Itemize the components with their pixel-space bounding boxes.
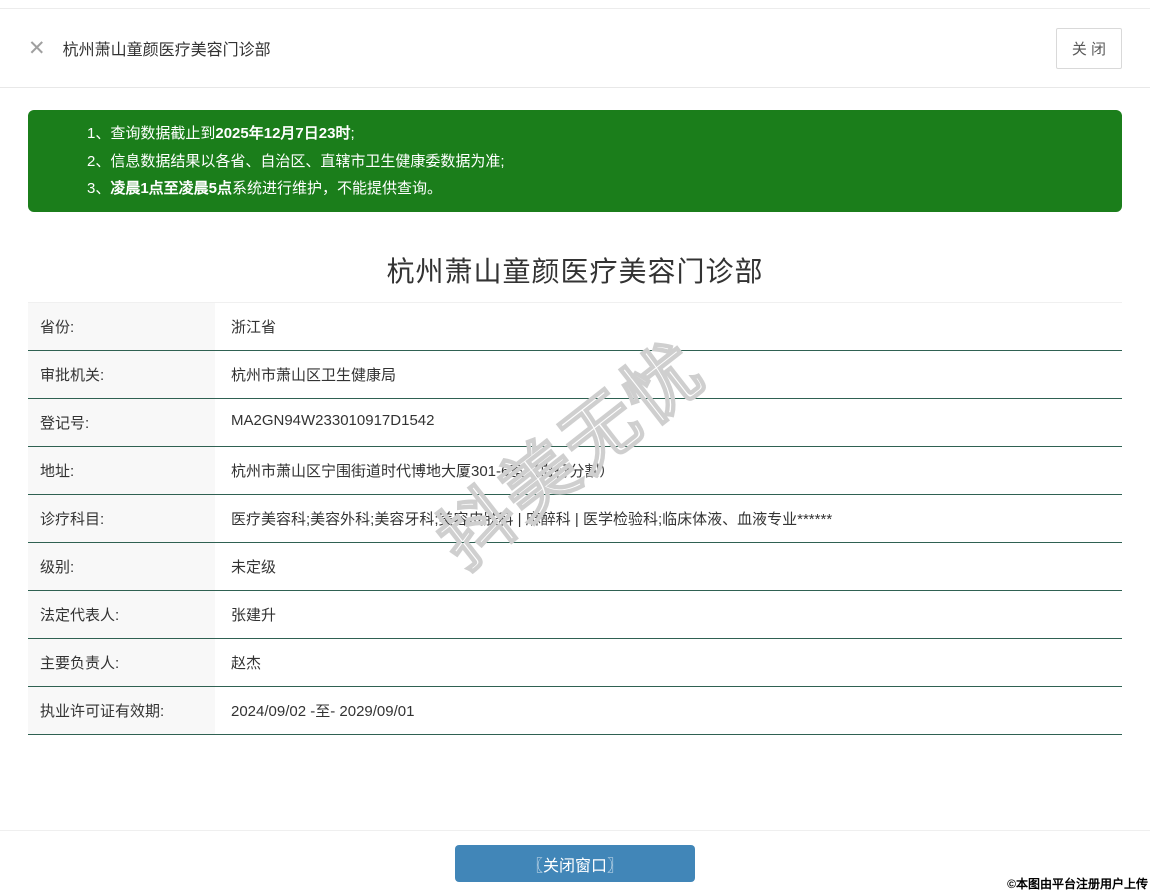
row-label: 省份: xyxy=(28,303,215,350)
row-value: 2024/09/02 -至- 2029/09/01 xyxy=(231,703,415,720)
notice-text: 查询数据截止到 xyxy=(110,125,216,142)
table-row: 审批机关: 杭州市萧山区卫生健康局 xyxy=(28,351,1122,399)
institution-info-table: 省份: 浙江省 审批机关: 杭州市萧山区卫生健康局 登记号: MA2GN94W2… xyxy=(28,302,1122,735)
row-value: 杭州市萧山区卫生健康局 xyxy=(231,367,397,384)
row-value: 浙江省 xyxy=(231,319,277,336)
notice-item: 2、信息数据结果以各省、自治区、直辖市卫生健康委数据为准; xyxy=(87,148,1102,176)
notice-number: 1、 xyxy=(87,125,111,142)
notice-item: 1、查询数据截止到2025年12月7日23时; xyxy=(87,120,1102,148)
table-row: 主要负责人: 赵杰 xyxy=(28,639,1122,687)
notice-banner: 1、查询数据截止到2025年12月7日23时; 2、信息数据结果以各省、自治区、… xyxy=(28,110,1122,212)
header-bar: ✕ 杭州萧山童颜医疗美容门诊部 关 闭 xyxy=(0,9,1150,88)
license-detail-page: ✕ 杭州萧山童颜医疗美容门诊部 关 闭 1、查询数据截止到2025年12月7日2… xyxy=(0,0,1150,895)
table-row: 登记号: MA2GN94W233010917D1542 xyxy=(28,399,1122,447)
table-row: 诊疗科目: 医疗美容科;美容外科;美容牙科;美容皮肤科 | 麻醉科 | 医学检验… xyxy=(28,495,1122,543)
row-label: 地址: xyxy=(28,447,215,494)
notice-text: ; xyxy=(350,125,355,142)
row-value: MA2GN94W233010917D1542 xyxy=(231,412,435,429)
table-row: 法定代表人: 张建升 xyxy=(28,591,1122,639)
institution-title: 杭州萧山童颜医疗美容门诊部 xyxy=(386,256,764,287)
row-label: 诊疗科目: xyxy=(28,495,215,542)
row-value: 杭州市萧山区宁围街道时代博地大厦301-6室（自行分割） xyxy=(231,463,615,480)
close-window-button[interactable]: 〖关闭窗口〗 xyxy=(455,845,695,882)
row-label: 法定代表人: xyxy=(28,591,215,638)
notice-bold-text: 凌晨1点至凌晨5点 xyxy=(110,180,233,197)
row-label: 主要负责人: xyxy=(28,639,215,686)
row-label: 审批机关: xyxy=(28,351,215,398)
notice-text: 信息数据结果以各省、自治区、直辖市卫生健康委数据为准; xyxy=(110,152,505,170)
row-value: 张建升 xyxy=(231,607,277,624)
notice-text: 系统进行维护，不能提供查询。 xyxy=(232,180,443,197)
row-value: 医疗美容科;美容外科;美容牙科;美容皮肤科 | 麻醉科 | 医学检验科;临床体液… xyxy=(231,511,833,528)
table-row: 省份: 浙江省 xyxy=(28,303,1122,351)
copyright-notice: ©本图由平台注册用户上传 xyxy=(1007,877,1148,891)
table-row: 执业许可证有效期: 2024/09/02 -至- 2029/09/01 xyxy=(28,687,1122,735)
row-value: 赵杰 xyxy=(231,655,262,672)
table-row: 级别: 未定级 xyxy=(28,543,1122,591)
page-title: 杭州萧山童颜医疗美容门诊部 xyxy=(62,42,271,59)
row-label: 登记号: xyxy=(28,399,215,446)
close-icon[interactable]: ✕ xyxy=(28,38,46,59)
row-label: 级别: xyxy=(28,543,215,590)
close-button[interactable]: 关 闭 xyxy=(1055,27,1122,69)
row-value: 未定级 xyxy=(231,559,277,576)
row-label: 执业许可证有效期: xyxy=(28,687,215,734)
notice-number: 3、 xyxy=(87,180,111,197)
table-row: 地址: 杭州市萧山区宁围街道时代博地大厦301-6室（自行分割） xyxy=(28,447,1122,495)
notice-bold-text: 2025年12月7日23时 xyxy=(215,125,351,142)
footer-divider xyxy=(0,830,1150,831)
notice-item: 3、凌晨1点至凌晨5点系统进行维护，不能提供查询。 xyxy=(87,175,1102,203)
notice-number: 2、 xyxy=(87,152,111,170)
